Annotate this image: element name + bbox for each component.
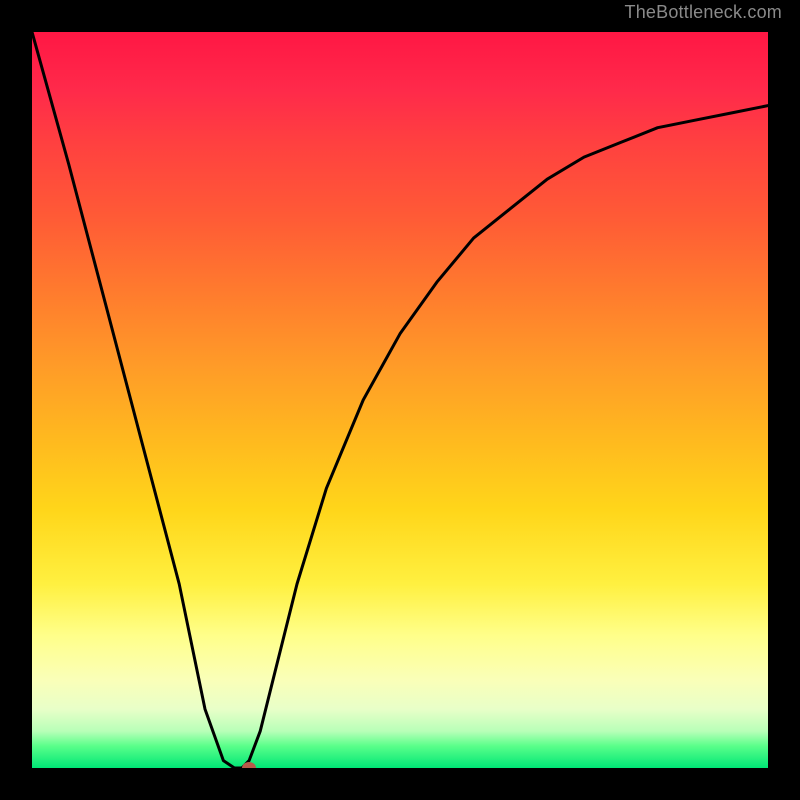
chart-frame: TheBottleneck.com [0, 0, 800, 800]
bottleneck-curve [32, 32, 768, 768]
curve-svg [32, 32, 768, 768]
minimum-marker [242, 762, 256, 768]
plot-area [32, 32, 768, 768]
watermark-text: TheBottleneck.com [625, 2, 782, 23]
